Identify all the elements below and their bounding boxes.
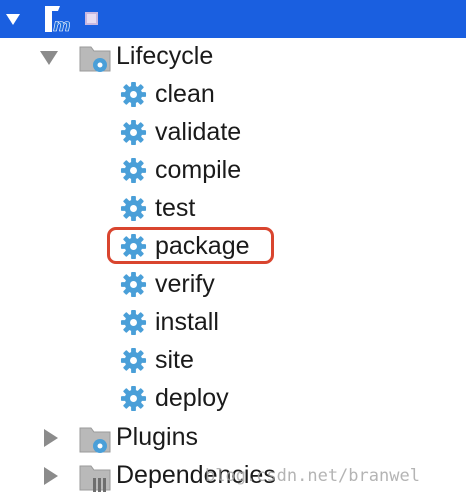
svg-text:m: m	[53, 16, 71, 34]
plugins-label: Plugins	[116, 423, 198, 451]
gear-icon	[120, 119, 147, 146]
library-icon	[93, 478, 96, 492]
goal-label: clean	[155, 80, 215, 108]
goal-verify[interactable]: verify	[0, 266, 466, 304]
goal-site[interactable]: site	[0, 342, 466, 380]
gear-icon	[120, 385, 147, 412]
tree-node-lifecycle[interactable]: Lifecycle	[0, 38, 466, 76]
goal-label: test	[155, 194, 196, 222]
project-root-row[interactable]: m	[0, 0, 466, 38]
collapse-arrow-icon[interactable]	[6, 14, 20, 25]
goal-label: verify	[155, 270, 215, 298]
goal-deploy[interactable]: deploy	[0, 380, 466, 418]
goal-clean[interactable]: clean	[0, 76, 466, 114]
gear-icon	[120, 271, 147, 298]
module-icon	[85, 12, 98, 25]
gear-icon	[120, 157, 147, 184]
folder-icon	[79, 465, 111, 492]
highlight-box	[107, 227, 274, 264]
gear-icon	[120, 195, 147, 222]
tree-node-plugins[interactable]: Plugins	[0, 419, 466, 457]
lifecycle-label: Lifecycle	[116, 42, 214, 70]
goal-label: site	[155, 346, 194, 374]
folder-icon	[79, 46, 111, 72]
gear-icon	[120, 309, 147, 336]
goal-compile[interactable]: compile	[0, 152, 466, 190]
gear-icon	[120, 347, 147, 374]
expand-arrow-icon[interactable]	[40, 51, 58, 65]
goal-label: validate	[155, 118, 242, 146]
maven-project-icon: m	[45, 6, 71, 34]
goal-test[interactable]: test	[0, 190, 466, 228]
folder-icon	[79, 427, 111, 453]
goal-label: compile	[155, 156, 242, 184]
expand-arrow-icon[interactable]	[44, 467, 58, 485]
goal-label: deploy	[155, 384, 229, 412]
goal-install[interactable]: install	[0, 304, 466, 342]
watermark: blog.csdn.net/branwel	[205, 466, 420, 486]
expand-arrow-icon[interactable]	[44, 429, 58, 447]
gear-icon	[120, 81, 147, 108]
goal-label: install	[155, 308, 219, 336]
goal-validate[interactable]: validate	[0, 114, 466, 152]
